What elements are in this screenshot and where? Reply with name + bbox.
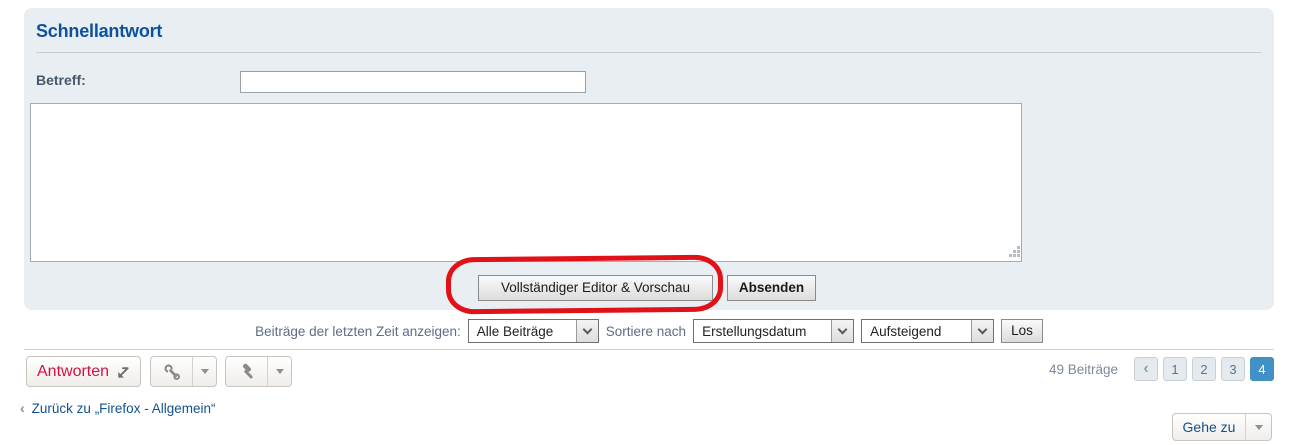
panel-title: Schnellantwort: [36, 21, 162, 42]
subject-label: Betreff:: [36, 72, 86, 88]
topic-tools-button[interactable]: [150, 356, 217, 387]
sort-direction-select[interactable]: Aufsteigend: [861, 319, 994, 343]
chevron-left-icon: ‹: [20, 400, 25, 416]
full-editor-preview-button[interactable]: Vollständiger Editor & Vorschau: [478, 275, 713, 301]
pagination-page-4-active[interactable]: 4: [1250, 357, 1274, 381]
caret-down-icon[interactable]: [267, 357, 291, 386]
post-count: 49 Beiträge: [1049, 362, 1118, 377]
post-count-pagination: 49 Beiträge ‹ 1 2 3 4: [1049, 356, 1274, 382]
pagination-page-1[interactable]: 1: [1163, 357, 1187, 381]
reply-arrow-icon: [115, 364, 130, 379]
moderator-tools-button[interactable]: [225, 356, 292, 387]
reply-button-label: Antworten: [37, 363, 109, 381]
goto-button-label: Gehe zu: [1173, 419, 1245, 435]
chevron-down-icon: [576, 320, 598, 342]
section-divider: [24, 349, 1274, 350]
hammer-icon: [226, 357, 267, 386]
reply-button[interactable]: Antworten: [26, 356, 141, 387]
message-textarea[interactable]: [30, 103, 1022, 262]
subject-input[interactable]: [240, 71, 586, 93]
caret-down-icon[interactable]: [192, 357, 216, 386]
pagination-page-2[interactable]: 2: [1192, 357, 1216, 381]
submit-button[interactable]: Absenden: [727, 275, 816, 301]
pagination-page-3[interactable]: 3: [1221, 357, 1245, 381]
display-filter-select[interactable]: Alle Beiträge: [468, 319, 599, 343]
forum-quick-reply-page: Schnellantwort Betreff: Vollständiger Ed…: [0, 0, 1298, 445]
sort-bar: Beiträge der letzten Zeit anzeigen: Alle…: [24, 318, 1274, 344]
chevron-down-icon: [831, 320, 853, 342]
display-filter-label: Beiträge der letzten Zeit anzeigen:: [255, 324, 461, 339]
goto-button[interactable]: Gehe zu: [1172, 413, 1272, 441]
back-link-row: ‹ Zurück zu „Firefox - Allgemein“: [20, 400, 215, 416]
quick-reply-panel: Schnellantwort Betreff: Vollständiger Ed…: [24, 8, 1274, 310]
chevron-down-icon: [971, 320, 993, 342]
pagination: ‹ 1 2 3 4: [1134, 357, 1274, 381]
sort-field-select[interactable]: Erstellungsdatum: [693, 319, 854, 343]
sort-field-selected: Erstellungsdatum: [694, 320, 814, 342]
wrench-icon: [151, 357, 192, 386]
pagination-prev-button[interactable]: ‹: [1134, 357, 1158, 381]
go-button[interactable]: Los: [1001, 319, 1043, 343]
sort-direction-selected: Aufsteigend: [862, 320, 949, 342]
sort-by-label: Sortiere nach: [606, 324, 686, 339]
panel-title-divider: [36, 52, 1262, 53]
caret-down-icon[interactable]: [1245, 414, 1271, 440]
back-to-forum-link[interactable]: Zurück zu „Firefox - Allgemein“: [32, 401, 216, 416]
display-filter-selected: Alle Beiträge: [469, 320, 562, 342]
